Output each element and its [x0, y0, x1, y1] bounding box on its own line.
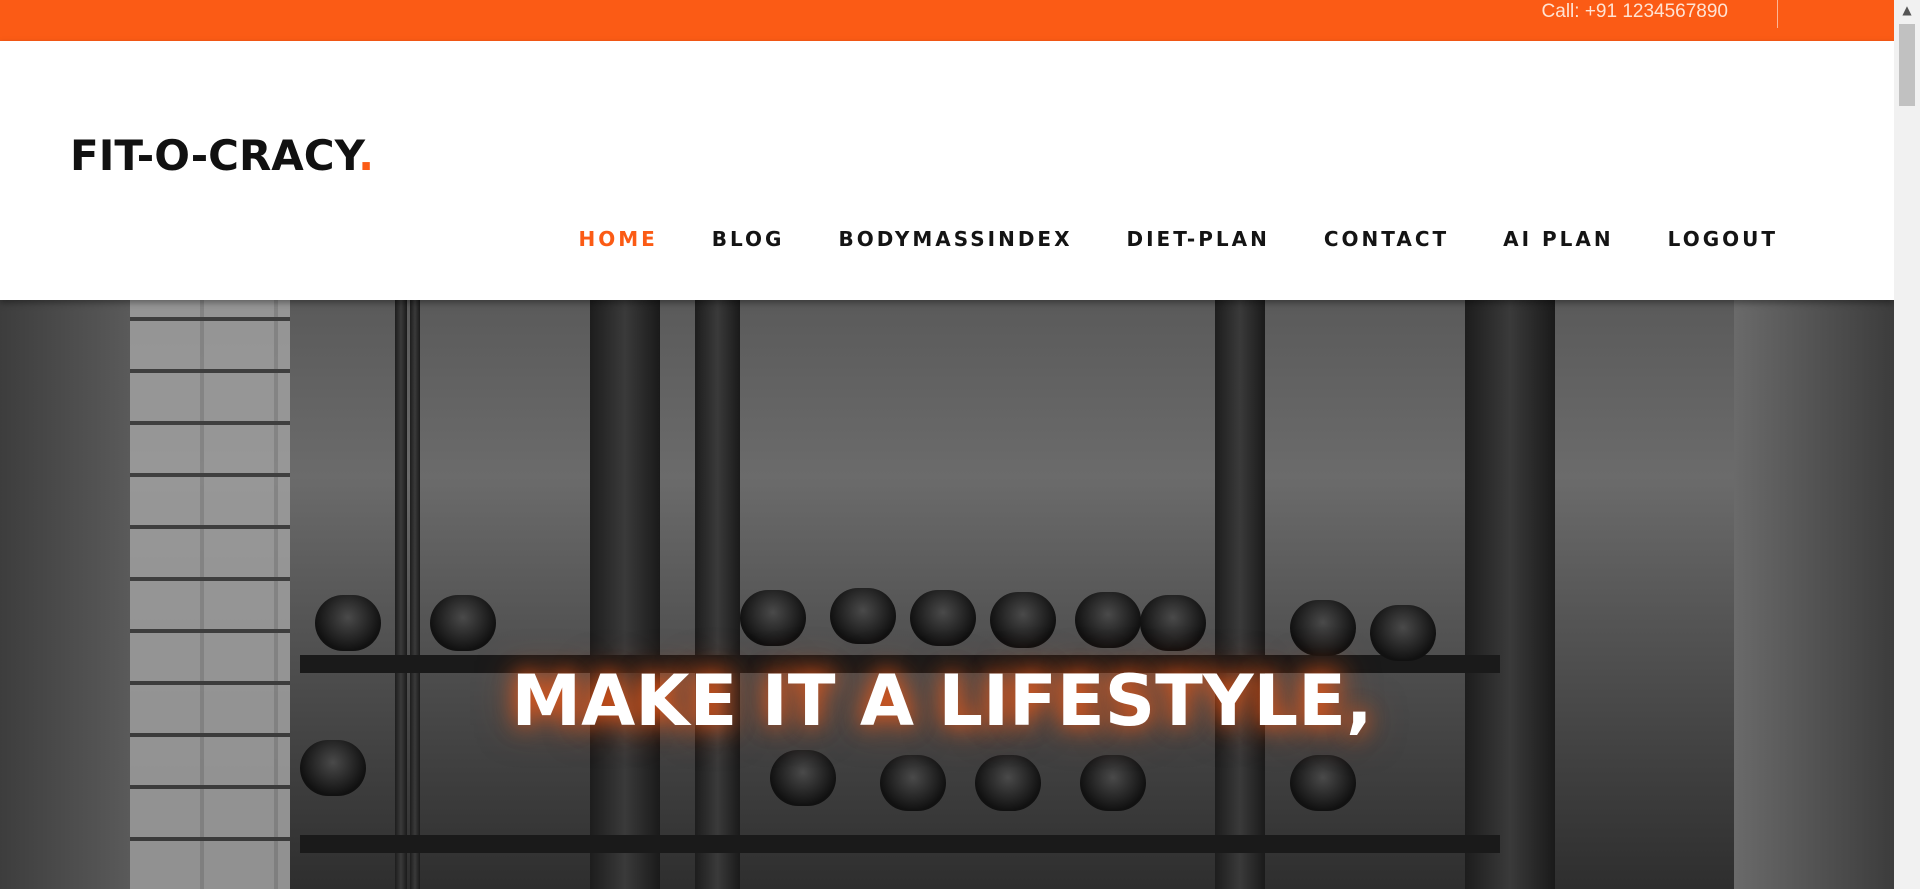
nav-home[interactable]: HOME [578, 227, 657, 251]
top-bar: Call: +91 1234567890 [0, 0, 1894, 41]
site-header: FIT-O-CRACY. HOME BLOG BODYMASSINDEX DIE… [0, 41, 1894, 300]
dumbbell-rack [300, 835, 1500, 853]
hero-brick-wall [130, 300, 290, 889]
logo-dot: . [358, 131, 375, 180]
hero-pillar [1215, 300, 1265, 889]
dumbbell [975, 755, 1041, 811]
top-bar-divider [1777, 0, 1778, 28]
hero-bg-right [1734, 300, 1894, 889]
dumbbell [830, 588, 896, 644]
dumbbell [910, 590, 976, 646]
dumbbell [430, 595, 496, 651]
chevron-up-icon[interactable]: ▲ [1894, 0, 1920, 20]
nav-logout[interactable]: LOGOUT [1668, 227, 1778, 251]
site-logo[interactable]: FIT-O-CRACY. [70, 131, 374, 180]
dumbbell [770, 750, 836, 806]
nav-ai-plan[interactable]: AI PLAN [1503, 227, 1614, 251]
nav-blog[interactable]: BLOG [712, 227, 785, 251]
call-number[interactable]: Call: +91 1234567890 [1542, 0, 1728, 24]
logo-text: FIT-O-CRACY [70, 131, 359, 180]
dumbbell [1290, 755, 1356, 811]
dumbbell [300, 740, 366, 796]
main-nav: HOME BLOG BODYMASSINDEX DIET-PLAN CONTAC… [524, 227, 1778, 251]
dumbbell [315, 595, 381, 651]
hero-bg-left [0, 300, 130, 889]
dumbbell [880, 755, 946, 811]
scrollbar-thumb[interactable] [1899, 24, 1915, 106]
dumbbell [1140, 595, 1206, 651]
dumbbell [1370, 605, 1436, 661]
dumbbell [1080, 755, 1146, 811]
hero-pillar [1465, 300, 1555, 889]
hero-pillar [590, 300, 660, 889]
hero-banner: MAKE IT A LIFESTYLE, [0, 300, 1894, 889]
dumbbell [990, 592, 1056, 648]
page-scrollbar[interactable]: ▲ [1894, 0, 1920, 889]
dumbbell [740, 590, 806, 646]
nav-diet-plan[interactable]: DIET-PLAN [1127, 227, 1270, 251]
page: Call: +91 1234567890 FIT-O-CRACY. HOME B… [0, 0, 1920, 889]
dumbbell [1290, 600, 1356, 656]
hero-bar [395, 300, 407, 889]
hero-headline-wrap: MAKE IT A LIFESTYLE, [0, 660, 1894, 742]
nav-contact[interactable]: CONTACT [1324, 227, 1449, 251]
hero-pillar [695, 300, 740, 889]
hero-bar [410, 300, 420, 889]
hero-headline: MAKE IT A LIFESTYLE, [511, 660, 1373, 742]
nav-bodymassindex[interactable]: BODYMASSINDEX [838, 227, 1072, 251]
dumbbell [1075, 592, 1141, 648]
